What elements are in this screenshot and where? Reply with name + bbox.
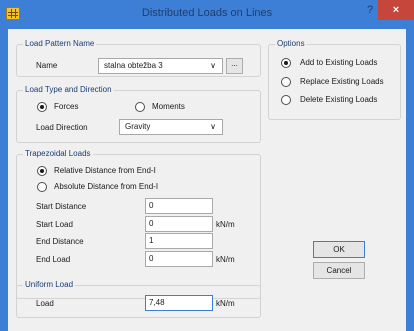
moments-radio[interactable] <box>135 102 145 112</box>
relative-distance-radio[interactable] <box>37 166 47 176</box>
load-direction-label: Load Direction <box>36 123 88 132</box>
load-pattern-dropdown[interactable]: stalna obtežba 3 ∨ <box>98 58 223 74</box>
replace-existing-radio[interactable] <box>281 77 291 87</box>
delete-existing-radio[interactable] <box>281 95 291 105</box>
end-load-unit: kN/m <box>216 255 235 264</box>
ok-button[interactable]: OK <box>313 241 365 258</box>
help-button[interactable]: ? <box>363 4 377 18</box>
dialog-body: Load Pattern Name Name stalna obtežba 3 … <box>8 29 406 331</box>
browse-button[interactable]: ... <box>226 58 243 74</box>
options-legend: Options <box>275 39 307 49</box>
load-type-group: Load Type and Direction <box>16 85 261 143</box>
uniform-load-unit: kN/m <box>216 299 235 308</box>
end-load-label: End Load <box>36 255 71 264</box>
load-direction-value: Gravity <box>125 122 151 131</box>
end-distance-input[interactable]: 1 <box>145 233 213 249</box>
moments-label: Moments <box>152 102 185 111</box>
start-distance-label: Start Distance <box>36 202 87 211</box>
name-label: Name <box>36 61 58 70</box>
close-button[interactable]: × <box>378 0 414 20</box>
start-load-unit: kN/m <box>216 220 235 229</box>
uniform-load-input[interactable]: 7,48 <box>145 295 213 311</box>
add-existing-label: Add to Existing Loads <box>300 58 378 67</box>
end-distance-label: End Distance <box>36 237 84 246</box>
absolute-distance-label: Absolute Distance from End-I <box>54 182 159 191</box>
load-pattern-value: stalna obtežba 3 <box>104 61 163 70</box>
relative-distance-label: Relative Distance from End-I <box>54 166 156 175</box>
forces-radio[interactable] <box>37 102 47 112</box>
delete-existing-label: Delete Existing Loads <box>300 95 378 104</box>
replace-existing-label: Replace Existing Loads <box>300 77 384 86</box>
forces-label: Forces <box>54 102 79 111</box>
trapezoidal-legend: Trapezoidal Loads <box>23 149 93 159</box>
load-pattern-legend: Load Pattern Name <box>23 39 97 49</box>
load-type-legend: Load Type and Direction <box>23 85 114 95</box>
title-bar[interactable]: Distributed Loads on Lines ? × <box>0 0 414 29</box>
chevron-down-icon: ∨ <box>210 61 216 70</box>
start-load-label: Start Load <box>36 220 73 229</box>
start-load-input[interactable]: 0 <box>145 216 213 232</box>
add-existing-radio[interactable] <box>281 58 291 68</box>
end-load-input[interactable]: 0 <box>145 251 213 267</box>
uniform-load-legend: Uniform Load <box>23 280 76 290</box>
chevron-down-icon: ∨ <box>210 122 216 131</box>
window-title: Distributed Loads on Lines <box>141 7 273 19</box>
absolute-distance-radio[interactable] <box>37 182 47 192</box>
start-distance-input[interactable]: 0 <box>145 198 213 214</box>
cancel-button[interactable]: Cancel <box>313 262 365 279</box>
load-direction-dropdown[interactable]: Gravity ∨ <box>119 119 223 135</box>
uniform-load-label: Load <box>36 299 54 308</box>
